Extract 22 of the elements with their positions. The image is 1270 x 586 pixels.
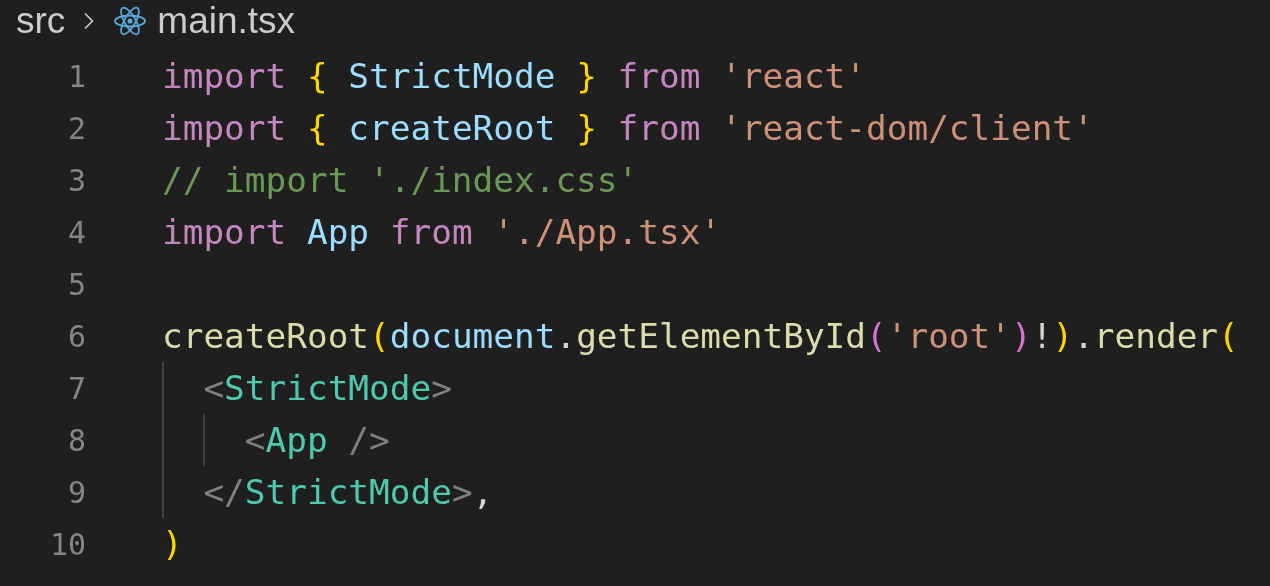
line-number: 6	[66, 318, 86, 354]
line-number: 7	[66, 370, 86, 406]
code-line: import App from './App.tsx'	[162, 211, 722, 254]
code-line: import { StrictMode } from 'react'	[162, 55, 866, 98]
line-number: 1	[66, 58, 86, 94]
code-line: // import './index.css'	[162, 159, 639, 202]
code-line: )	[162, 523, 183, 566]
breadcrumb-folder[interactable]: src	[16, 0, 66, 42]
line-number: 5	[66, 266, 86, 302]
code-line: <App />	[244, 419, 390, 462]
line-number: 2	[66, 110, 86, 146]
line-number: 8	[66, 422, 86, 458]
line-number: 10	[48, 526, 86, 562]
code-line: createRoot(document.getElementById('root')!).render(	[162, 315, 1239, 358]
code-line: </StrictMode>,	[203, 471, 494, 514]
line-number: 4	[66, 214, 86, 250]
breadcrumb-file[interactable]: main.tsx	[157, 0, 296, 42]
code-line: import { createRoot } from 'react-dom/client'	[162, 107, 1094, 150]
line-number: 9	[66, 474, 86, 510]
code-line: <StrictMode>	[203, 367, 452, 410]
react-atom-icon	[113, 5, 148, 37]
line-number: 3	[66, 162, 86, 198]
